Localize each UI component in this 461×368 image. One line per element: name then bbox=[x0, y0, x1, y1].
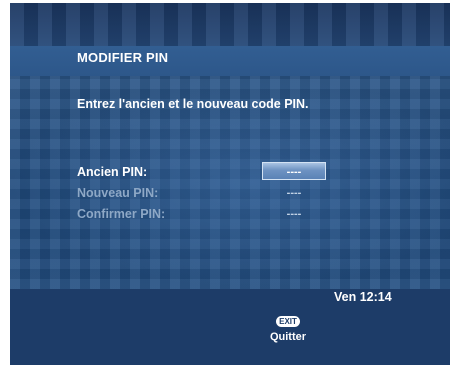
old-pin-field[interactable]: ---- bbox=[262, 162, 326, 180]
new-pin-field[interactable]: ---- bbox=[262, 184, 326, 202]
exit-key-icon[interactable]: EXIT bbox=[276, 316, 300, 327]
title-bar bbox=[10, 46, 450, 76]
old-pin-label: Ancien PIN: bbox=[77, 165, 148, 179]
tv-screen bbox=[10, 3, 450, 365]
top-decorative-band bbox=[10, 3, 450, 46]
confirm-pin-field[interactable]: ---- bbox=[262, 205, 326, 223]
new-pin-label: Nouveau PIN: bbox=[77, 186, 159, 200]
clock-display: Ven 12:14 bbox=[334, 290, 392, 304]
instruction-text: Entrez l'ancien et le nouveau code PIN. bbox=[77, 97, 309, 111]
confirm-pin-label: Confirmer PIN: bbox=[77, 207, 166, 221]
exit-label[interactable]: Quitter bbox=[266, 331, 310, 343]
page-title: MODIFIER PIN bbox=[77, 50, 169, 65]
